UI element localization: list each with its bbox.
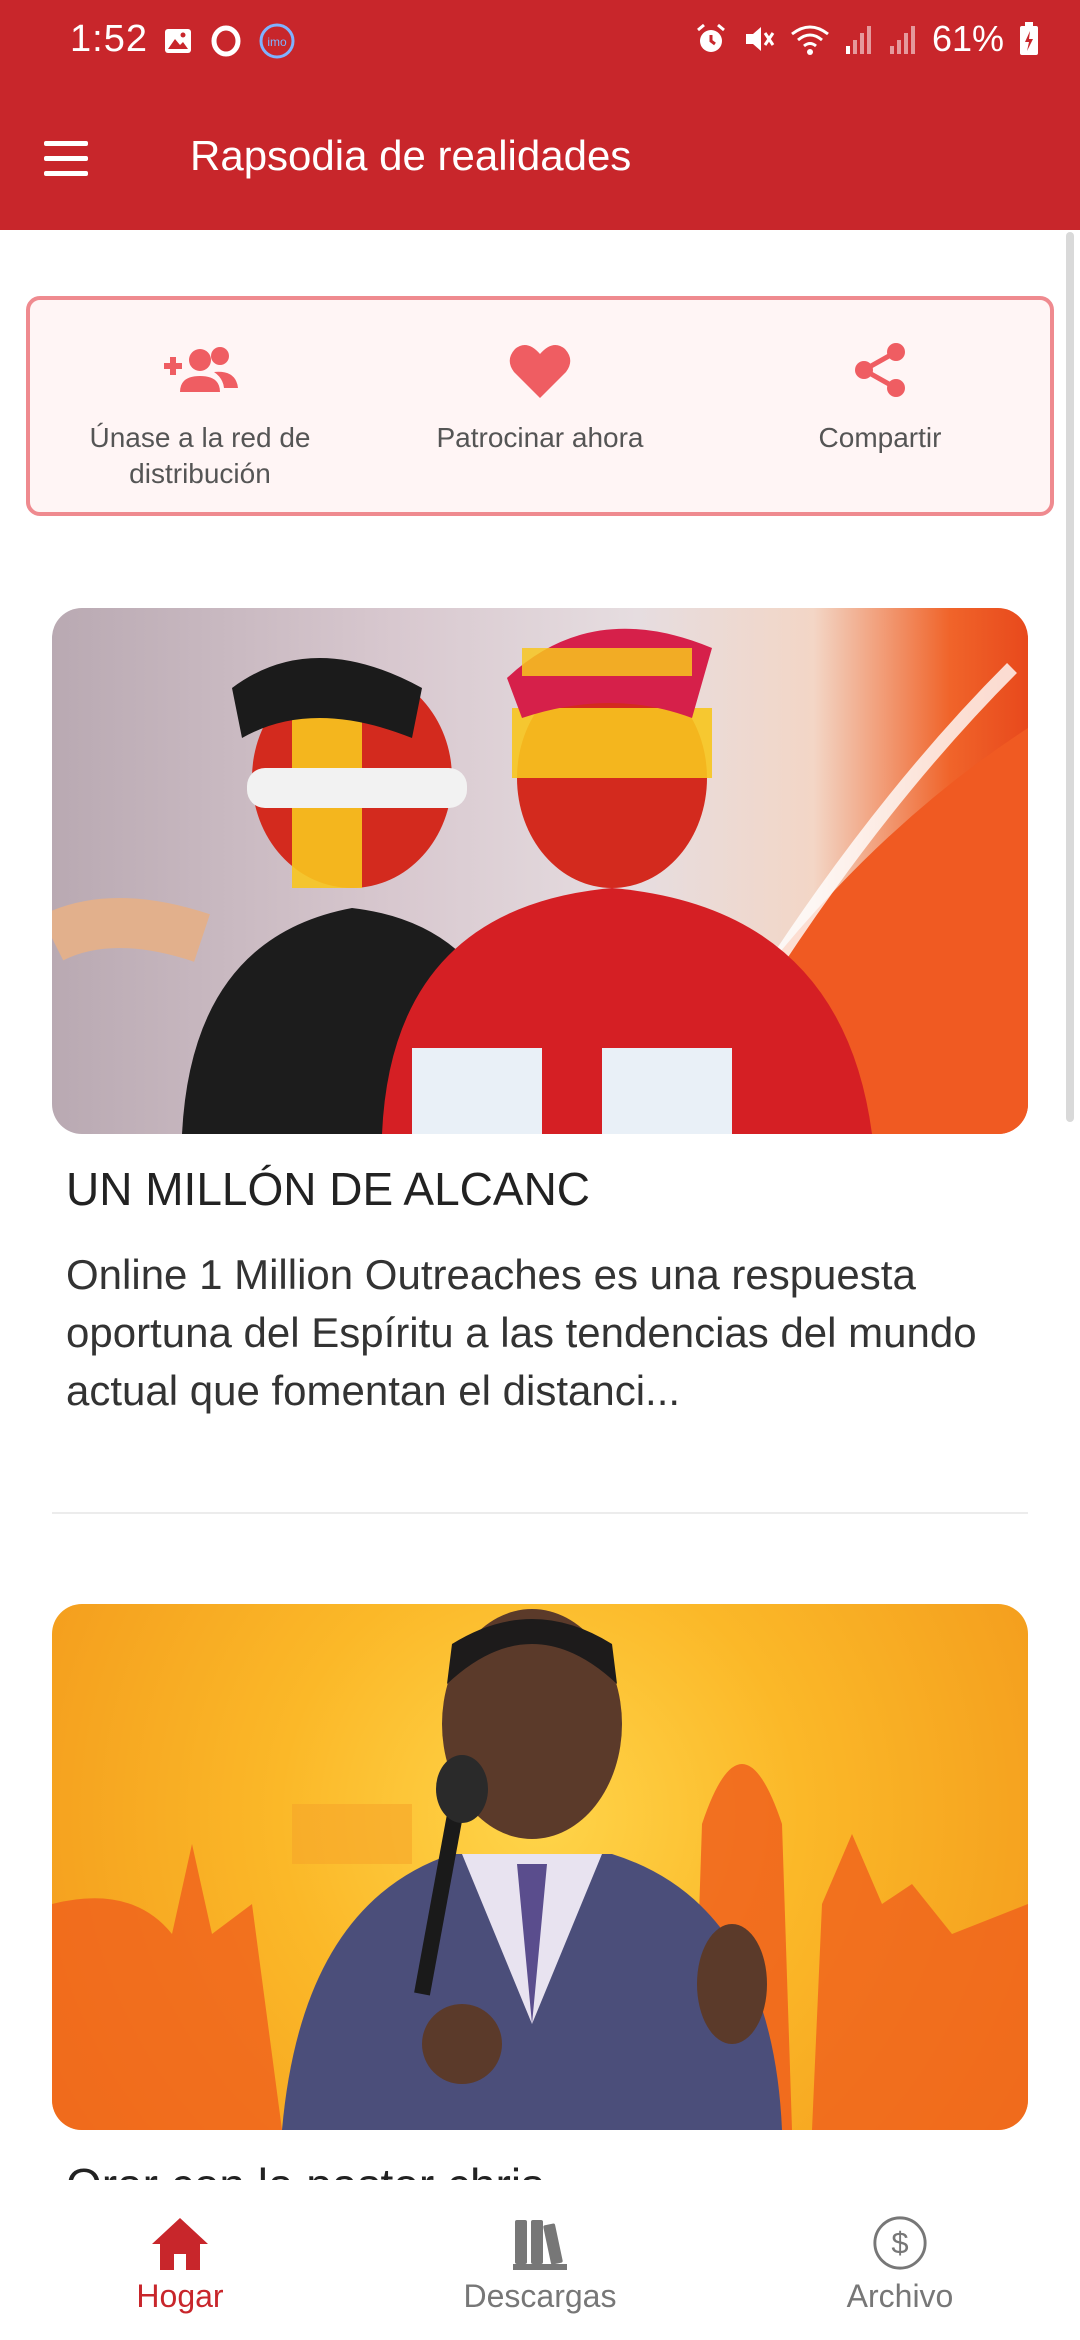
home-icon (152, 2217, 208, 2270)
share-action[interactable]: Compartir (710, 300, 1050, 512)
alarm-icon (696, 23, 725, 52)
photo-icon (52, 1609, 1028, 2130)
nav-downloads[interactable]: Descargas (360, 2180, 720, 2340)
mute-icon (745, 27, 775, 51)
menu-button[interactable] (44, 128, 104, 188)
hamburger-icon (44, 140, 88, 146)
status-time: 1:52 (70, 18, 148, 60)
share-label: Compartir (818, 422, 942, 453)
article-image[interactable] (52, 608, 1028, 1134)
nav-archive-label: Archivo (846, 2277, 954, 2314)
signal-icon-2 (889, 26, 915, 54)
imo-icon: imo (259, 23, 295, 59)
status-notification-icons: imo (162, 22, 296, 60)
image-icon (165, 29, 191, 53)
photo-icon (52, 628, 1028, 1134)
join-network-label: Únase a la red de distribución (89, 422, 311, 489)
nav-home[interactable]: Hogar (0, 2180, 360, 2340)
scrollbar[interactable] (1066, 232, 1074, 1122)
article-card[interactable]: Orar con la pastor chris (52, 1604, 1028, 2212)
nav-downloads-label: Descargas (463, 2277, 617, 2314)
nav-archive[interactable]: $ Archivo (720, 2180, 1080, 2340)
battery-icon (1020, 22, 1038, 55)
sponsor-now-label: Patrocinar ahora (436, 422, 644, 453)
signal-icon (845, 26, 871, 54)
article-image[interactable] (52, 1604, 1028, 2130)
divider (52, 1512, 1028, 1514)
nav-home-label: Hogar (136, 2277, 224, 2314)
article-card[interactable]: UN MILLÓN DE ALCANC Online 1 Million Out… (52, 608, 1028, 1420)
status-bar: 1:52 imo 61% (0, 0, 1080, 84)
app-bar: Rapsodia de realidades (0, 84, 1080, 230)
sponsor-now-action[interactable]: Patrocinar ahora (370, 300, 710, 512)
actions-card: Únase a la red de distribución Patrocina… (26, 296, 1054, 516)
svg-text:imo: imo (267, 35, 287, 49)
join-network-action[interactable]: Únase a la red de distribución (30, 300, 370, 512)
status-system-icons: 61% (694, 18, 1040, 60)
heart-icon (509, 345, 571, 398)
battery-percent: 61% (931, 18, 1004, 59)
dollar-circle-icon: $ (873, 2215, 927, 2270)
article-title[interactable]: UN MILLÓN DE ALCANC (52, 1162, 1028, 1216)
bottom-navigation: Hogar Descargas $ Archivo (0, 2180, 1080, 2340)
add-group-icon (164, 347, 238, 392)
article-excerpt: Online 1 Million Outreaches es una respu… (66, 1251, 977, 1414)
svg-text:$: $ (891, 2225, 908, 2260)
opera-icon (211, 25, 241, 57)
library-icon (513, 2219, 567, 2270)
share-icon (855, 343, 905, 397)
wifi-icon (791, 25, 829, 55)
app-title: Rapsodia de realidades (190, 132, 632, 179)
